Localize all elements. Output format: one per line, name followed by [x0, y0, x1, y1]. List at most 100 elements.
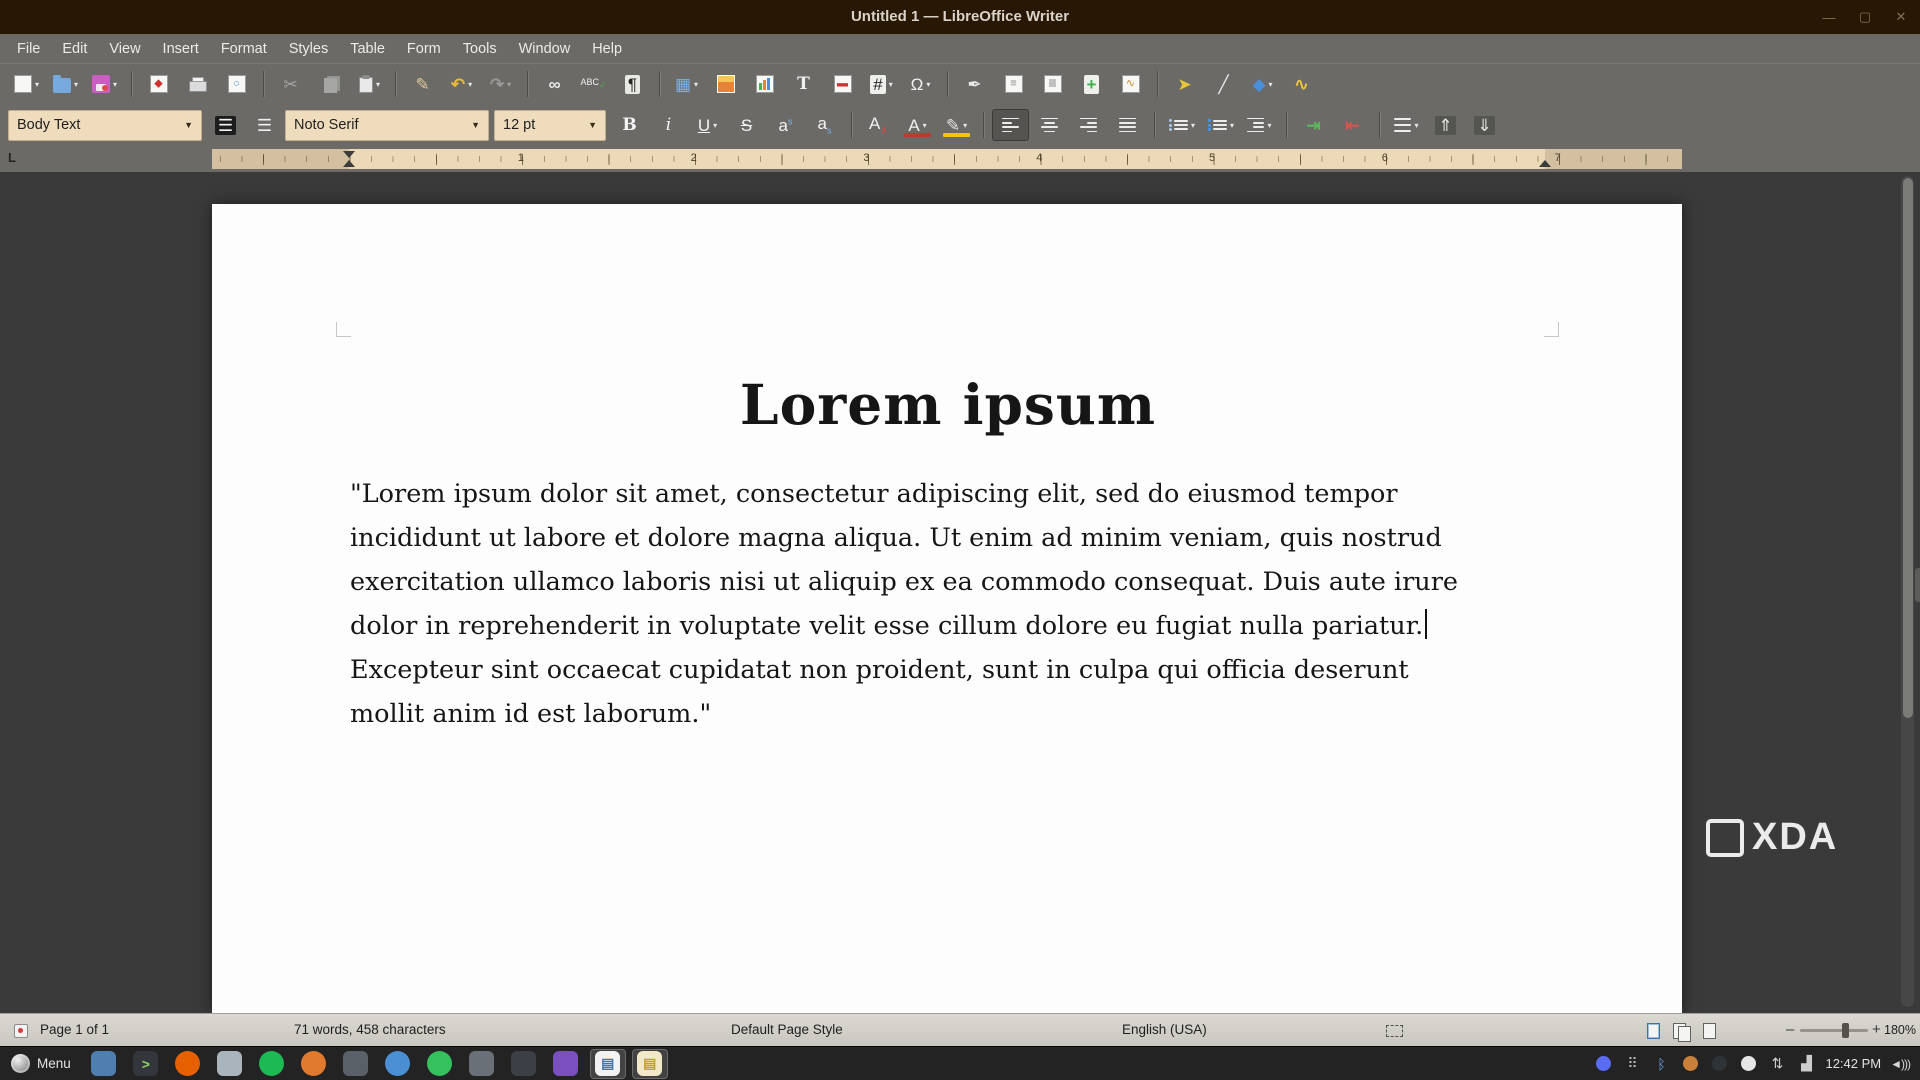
- dropdown-arrow-icon[interactable]: ▾: [35, 80, 39, 89]
- zoom-in-button[interactable]: +: [1872, 1014, 1881, 1046]
- page-break-button[interactable]: ▬: [824, 68, 861, 100]
- sidebar-grip[interactable]: [1915, 568, 1920, 602]
- insert-textbox-button[interactable]: T: [785, 68, 822, 100]
- freeform-line-button[interactable]: ∿: [1283, 68, 1320, 100]
- view-book-button[interactable]: [1703, 1023, 1716, 1039]
- signal-strength-icon[interactable]: ▟: [1794, 1051, 1818, 1077]
- superscript-button[interactable]: as: [767, 109, 804, 141]
- menu-file[interactable]: File: [6, 37, 51, 61]
- copy-button[interactable]: [311, 68, 348, 100]
- firewall-shield-icon[interactable]: [1678, 1051, 1702, 1077]
- insert-hyperlink-button[interactable]: ✒: [956, 68, 993, 100]
- unordered-list-button[interactable]: ▾: [1163, 109, 1200, 141]
- taskbar-app-web-browser[interactable]: [296, 1049, 332, 1079]
- menu-table[interactable]: Table: [339, 37, 396, 61]
- view-single-page-button[interactable]: [1647, 1023, 1660, 1039]
- new-document-button[interactable]: ▾: [8, 68, 45, 100]
- font-name-combo[interactable]: Noto Serif▼: [285, 110, 489, 141]
- menu-window[interactable]: Window: [508, 37, 582, 61]
- dropdown-arrow-icon[interactable]: ▾: [376, 80, 380, 89]
- find-replace-button[interactable]: ∞: [536, 68, 573, 100]
- show-draw-functions-button[interactable]: ➤: [1166, 68, 1203, 100]
- increase-paragraph-spacing-button[interactable]: ⇑: [1427, 109, 1464, 141]
- chevron-down-icon[interactable]: ▼: [578, 120, 597, 130]
- steam-icon[interactable]: [1707, 1051, 1731, 1077]
- decrease-indent-button[interactable]: ⇤: [1334, 109, 1371, 141]
- undo-button[interactable]: ↶▾: [443, 68, 480, 100]
- dropdown-arrow-icon[interactable]: ▾: [74, 80, 78, 89]
- open-file-button[interactable]: ▾: [47, 68, 84, 100]
- align-left-button[interactable]: [992, 109, 1029, 141]
- dropdown-arrow-icon[interactable]: ▾: [1414, 121, 1418, 130]
- document-line[interactable]: exercitation ullamco laboris nisi ut ali…: [350, 560, 1560, 604]
- insert-field-button[interactable]: #▾: [863, 68, 900, 100]
- dropdown-arrow-icon[interactable]: ▾: [923, 121, 927, 130]
- menu-edit[interactable]: Edit: [51, 37, 98, 61]
- taskbar-app-utilities[interactable]: [506, 1049, 542, 1079]
- outline-list-button[interactable]: ▾: [1241, 109, 1278, 141]
- status-page-style[interactable]: Default Page Style: [731, 1014, 843, 1046]
- strikethrough-button[interactable]: S: [728, 109, 765, 141]
- dropdown-arrow-icon[interactable]: ▾: [1267, 121, 1271, 130]
- scrollbar-thumb[interactable]: [1903, 178, 1913, 718]
- taskbar-app-file-manager[interactable]: [86, 1049, 122, 1079]
- taskbar-app-firefox[interactable]: [170, 1049, 206, 1079]
- decrease-paragraph-spacing-button[interactable]: ⇓: [1466, 109, 1503, 141]
- ordered-list-button[interactable]: ▾: [1202, 109, 1239, 141]
- dropdown-arrow-icon[interactable]: ▾: [694, 80, 698, 89]
- insert-chart-button[interactable]: [746, 68, 783, 100]
- selection-mode-icon[interactable]: [1386, 1025, 1403, 1037]
- chevron-down-icon[interactable]: ▼: [461, 120, 480, 130]
- minimize-button[interactable]: —: [1818, 6, 1840, 28]
- clear-formatting-button[interactable]: A✗: [860, 109, 897, 141]
- status-page-number[interactable]: Page 1 of 1: [40, 1014, 109, 1046]
- taskbar-app-music-player[interactable]: [422, 1049, 458, 1079]
- menu-format[interactable]: Format: [210, 37, 278, 61]
- document-heading[interactable]: Lorem ipsum: [350, 372, 1546, 437]
- save-button[interactable]: ▾: [86, 68, 123, 100]
- vertical-scrollbar[interactable]: [1901, 176, 1914, 1007]
- insert-line-button[interactable]: ╱: [1205, 68, 1242, 100]
- dropdown-arrow-icon[interactable]: ▾: [926, 80, 930, 89]
- document-page[interactable]: Lorem ipsum "Lorem ipsum dolor sit amet,…: [212, 204, 1682, 1013]
- taskbar-app-text-editor[interactable]: ▤: [632, 1049, 668, 1079]
- bold-button[interactable]: B: [611, 109, 648, 141]
- maximize-button[interactable]: ▢: [1854, 6, 1876, 28]
- menu-tools[interactable]: Tools: [452, 37, 508, 61]
- dropdown-arrow-icon[interactable]: ▾: [713, 121, 717, 130]
- messages-icon[interactable]: [1736, 1051, 1760, 1077]
- dropdown-arrow-icon[interactable]: ▾: [963, 121, 967, 130]
- print-button[interactable]: [179, 68, 216, 100]
- insert-comment-button[interactable]: +: [1073, 68, 1110, 100]
- chevron-down-icon[interactable]: ▼: [174, 120, 193, 130]
- close-button[interactable]: ✕: [1890, 6, 1912, 28]
- taskbar-clock[interactable]: 12:42 PM: [1825, 1056, 1881, 1071]
- dropdown-arrow-icon[interactable]: ▾: [889, 80, 893, 89]
- first-line-indent-marker[interactable]: [343, 151, 355, 158]
- line-spacing-button[interactable]: ▾: [1388, 109, 1425, 141]
- formatting-marks-button[interactable]: ¶: [614, 68, 651, 100]
- track-changes-button[interactable]: ∿: [1112, 68, 1149, 100]
- status-language[interactable]: English (USA): [1122, 1014, 1207, 1046]
- export-pdf-button[interactable]: ◆: [140, 68, 177, 100]
- volume-icon[interactable]: ◄))): [1890, 1057, 1910, 1071]
- taskbar-app-system-settings[interactable]: [338, 1049, 374, 1079]
- menu-form[interactable]: Form: [396, 37, 452, 61]
- horizontal-ruler[interactable]: 1234567: [212, 149, 1682, 169]
- zoom-slider-handle[interactable]: [1842, 1023, 1849, 1038]
- dropdown-arrow-icon[interactable]: ▾: [468, 80, 472, 89]
- menu-help[interactable]: Help: [581, 37, 633, 61]
- document-paragraph[interactable]: "Lorem ipsum dolor sit amet, consectetur…: [350, 472, 1560, 736]
- italic-button[interactable]: i: [650, 109, 687, 141]
- dropdown-arrow-icon[interactable]: ▾: [507, 80, 511, 89]
- document-line[interactable]: mollit anim id est laborum.": [350, 692, 1560, 736]
- spelling-button[interactable]: ABC✓: [575, 68, 612, 100]
- redo-button[interactable]: ↷▾: [482, 68, 519, 100]
- menu-view[interactable]: View: [98, 37, 151, 61]
- insert-image-button[interactable]: [707, 68, 744, 100]
- subscript-button[interactable]: as: [806, 109, 843, 141]
- dropdown-arrow-icon[interactable]: ▾: [1191, 121, 1195, 130]
- document-line[interactable]: incididunt ut labore et dolore magna ali…: [350, 516, 1560, 560]
- basic-shapes-button[interactable]: ◆▾: [1244, 68, 1281, 100]
- document-modified-icon[interactable]: [14, 1024, 28, 1038]
